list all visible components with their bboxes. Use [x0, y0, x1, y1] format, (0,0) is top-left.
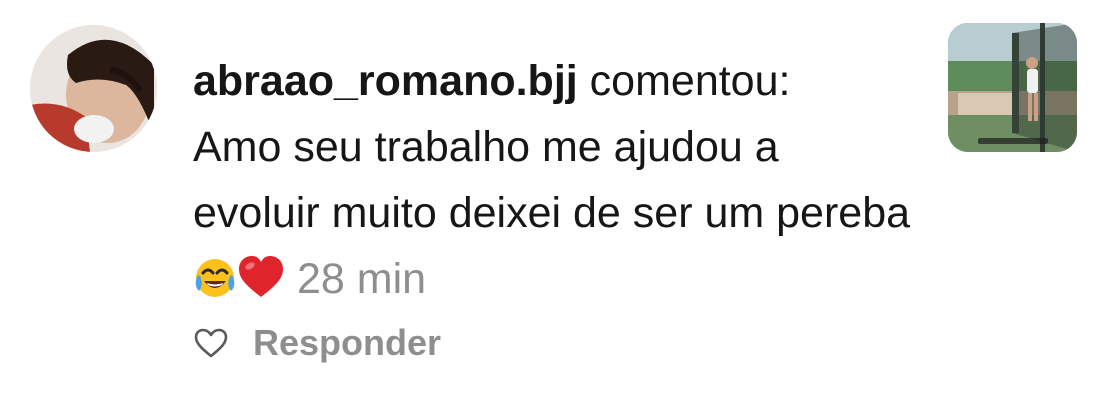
red-heart-icon — [237, 252, 285, 318]
comment-text: Amo seu trabalho me ajudou a evoluir mui… — [193, 123, 911, 237]
reply-button[interactable]: Responder — [253, 322, 441, 364]
comment-verb: comentou: — [589, 57, 791, 105]
avatar-photo — [30, 25, 157, 152]
comment-actions: Responder — [193, 318, 441, 368]
comment-notification[interactable]: abraao_romano.bjj comentou: Amo seu trab… — [0, 0, 1108, 400]
comment-username[interactable]: abraao_romano.bjj — [193, 57, 578, 105]
avatar[interactable] — [30, 25, 157, 152]
heart-outline-icon[interactable] — [193, 327, 229, 359]
post-thumbnail-image — [948, 23, 1077, 152]
face-with-tears-of-joy-icon — [193, 252, 237, 318]
comment-body: abraao_romano.bjj comentou: Amo seu trab… — [193, 48, 913, 318]
post-thumbnail[interactable] — [948, 23, 1077, 152]
comment-timestamp: 28 min — [297, 255, 427, 303]
